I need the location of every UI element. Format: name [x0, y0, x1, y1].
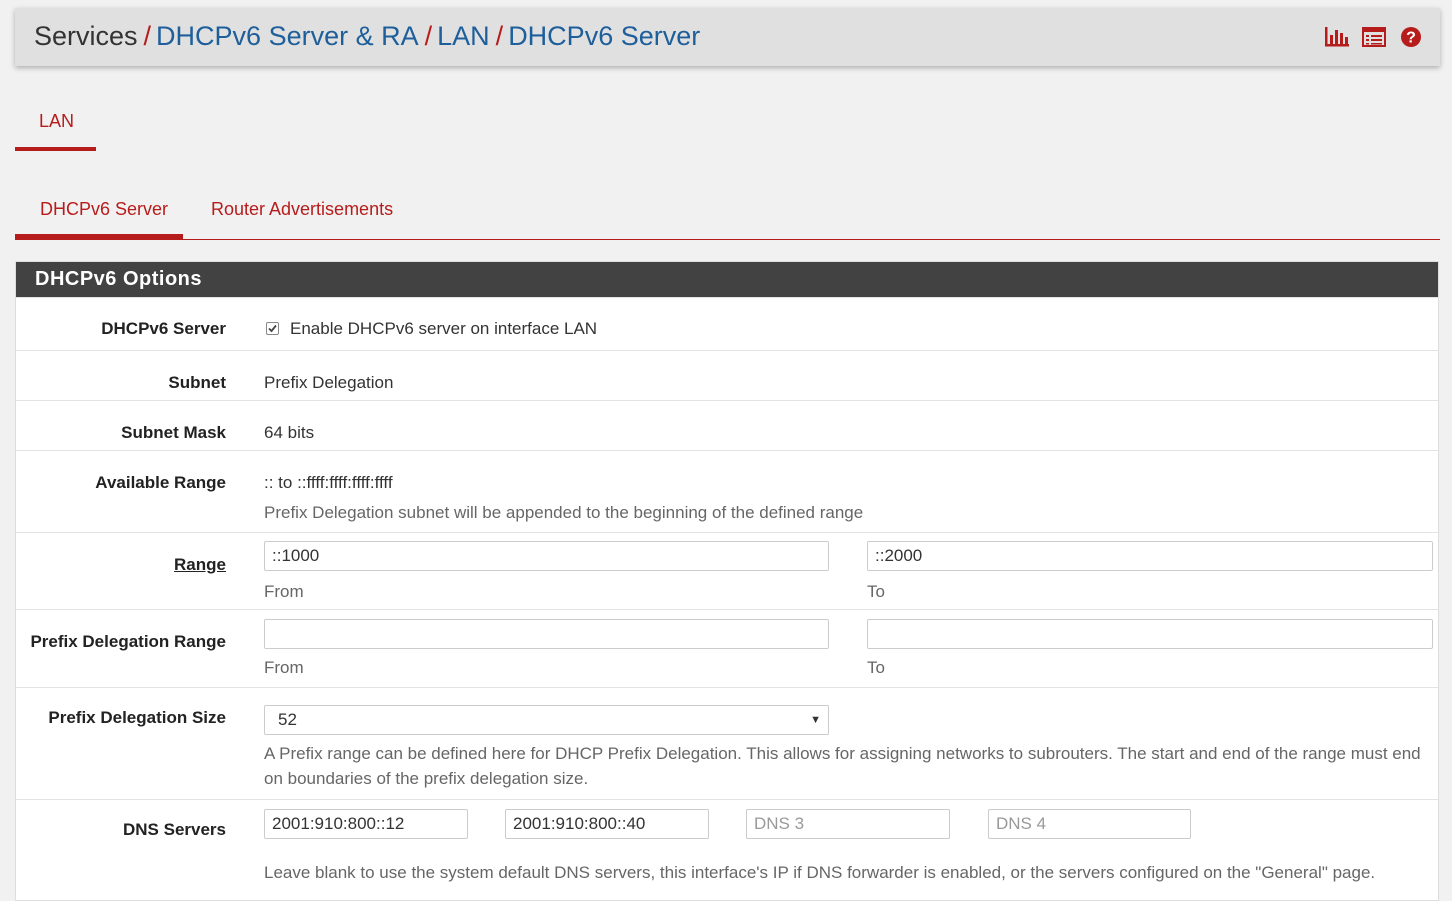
tab-dhcpv6-server[interactable]: DHCPv6 Server — [40, 199, 168, 220]
range-to-input[interactable] — [867, 541, 1433, 571]
prefix-delegation-size-label: Prefix Delegation Size — [48, 708, 226, 727]
range-to-caption: To — [867, 582, 885, 601]
prefix-delegation-range-label: Prefix Delegation Range — [30, 632, 226, 651]
breadcrumb-separator: / — [495, 21, 504, 51]
breadcrumb-separator: / — [143, 21, 152, 51]
pd-range-from-caption: From — [264, 658, 304, 677]
dns-server-2-input[interactable] — [505, 809, 709, 839]
subnet-value: Prefix Delegation — [264, 373, 394, 392]
dhcpv6-server-label: DHCPv6 Server — [101, 319, 226, 338]
row-subnet: Subnet Prefix Delegation — [16, 350, 1438, 400]
range-label[interactable]: Range — [174, 555, 226, 575]
subnet-label: Subnet — [168, 373, 226, 392]
tab-divider — [15, 239, 1440, 240]
prefix-delegation-size-help: A Prefix range can be defined here for D… — [264, 744, 1421, 788]
log-list-icon[interactable] — [1361, 25, 1387, 49]
row-range: Range From To — [16, 532, 1438, 609]
enable-dhcpv6-text: Enable DHCPv6 server on interface LAN — [290, 319, 598, 338]
range-from-input[interactable] — [264, 541, 829, 571]
dhcpv6-options-panel: DHCPv6 Options DHCPv6 Server Enable DHCP… — [15, 261, 1439, 901]
breadcrumb: Services / DHCPv6 Server & RA / LAN / DHCPv6 S… — [34, 20, 700, 52]
dns-server-1-input[interactable] — [264, 809, 468, 839]
pd-range-to-input[interactable] — [867, 619, 1433, 649]
breadcrumb-dhcpv6-ra[interactable]: DHCPv6 Server & RA — [156, 21, 419, 51]
chevron-down-icon: ▼ — [810, 714, 821, 726]
range-from-caption: From — [264, 582, 304, 601]
row-dhcpv6-server: DHCPv6 Server Enable DHCPv6 server on in… — [16, 297, 1438, 350]
available-range-label: Available Range — [95, 473, 226, 492]
enable-dhcpv6-checkbox[interactable] — [266, 322, 279, 335]
subnet-mask-value: 64 bits — [264, 423, 315, 442]
available-range-help: Prefix Delegation subnet will be appende… — [264, 503, 864, 522]
tab-router-advertisements[interactable]: Router Advertisements — [211, 199, 393, 220]
help-question-icon[interactable]: ? — [1398, 25, 1424, 49]
breadcrumb-services: Services — [34, 21, 138, 51]
page-header: Services / DHCPv6 Server & RA / LAN / DHCPv6 S… — [15, 8, 1440, 66]
prefix-delegation-size-select[interactable]: 52 ▼ — [264, 705, 829, 735]
pd-range-from-input[interactable] — [264, 619, 829, 649]
dns-server-4-input[interactable] — [988, 809, 1191, 839]
dns-servers-label: DNS Servers — [122, 820, 226, 839]
tab-lan[interactable]: LAN — [39, 111, 74, 132]
breadcrumb-lan[interactable]: LAN — [437, 21, 490, 51]
row-prefix-delegation-range: Prefix Delegation Range From To — [16, 609, 1438, 687]
available-range-value: :: to ::ffff:ffff:ffff:ffff — [264, 473, 393, 492]
breadcrumb-dhcpv6-server[interactable]: DHCPv6 Server — [508, 21, 700, 51]
row-dns-servers: DNS Servers Leave blank to use the syste… — [16, 799, 1438, 891]
subnet-mask-label: Subnet Mask — [121, 423, 226, 442]
svg-text:?: ? — [1406, 30, 1416, 47]
tab-lan-active-indicator — [15, 147, 96, 151]
prefix-delegation-size-value: 52 — [278, 710, 297, 729]
header-icons: ? — [1324, 25, 1424, 49]
dns-servers-help: Leave blank to use the system default DN… — [264, 863, 1376, 882]
pd-range-to-caption: To — [867, 658, 885, 677]
bar-chart-icon[interactable] — [1324, 25, 1350, 49]
dns-server-3-input[interactable] — [746, 809, 950, 839]
panel-title: DHCPv6 Options — [16, 262, 1438, 297]
row-available-range: Available Range :: to ::ffff:ffff:ffff:f… — [16, 450, 1438, 532]
row-prefix-delegation-size: Prefix Delegation Size 52 ▼ A Prefix ran… — [16, 687, 1438, 799]
breadcrumb-separator: / — [424, 21, 433, 51]
row-subnet-mask: Subnet Mask 64 bits — [16, 400, 1438, 450]
